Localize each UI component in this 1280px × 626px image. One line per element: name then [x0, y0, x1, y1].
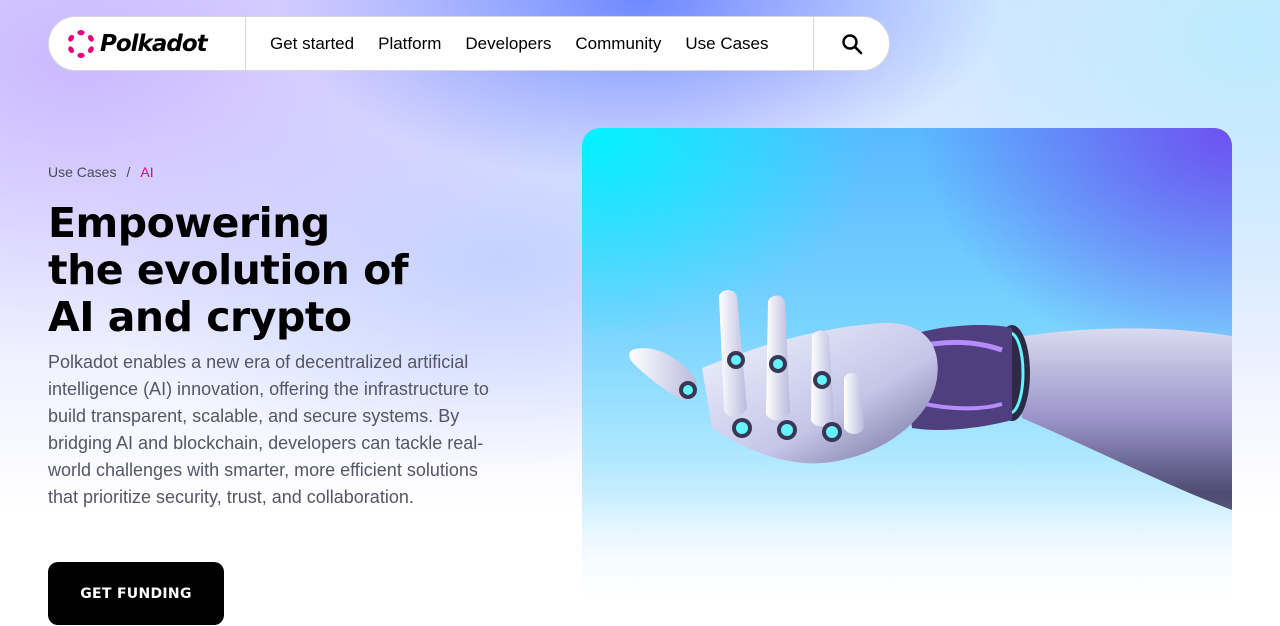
nav-item-platform[interactable]: Platform	[378, 34, 441, 54]
nav-item-community[interactable]: Community	[575, 34, 661, 54]
nav-item-developers[interactable]: Developers	[465, 34, 551, 54]
polkadot-logo-icon	[68, 29, 94, 58]
logo-wordmark: Polkadot	[100, 30, 208, 57]
get-funding-button[interactable]: GET FUNDING	[48, 562, 224, 625]
hero-image-robotic-hand	[582, 128, 1232, 613]
nav-item-get-started[interactable]: Get started	[270, 34, 354, 54]
page-title: Empowering the evolution of AI and crypt…	[48, 200, 518, 341]
main-menu: Get started Platform Developers Communit…	[246, 17, 814, 70]
top-navigation: Polkadot Get started Platform Developers…	[48, 16, 890, 71]
page-title-line-2: the evolution of	[48, 246, 409, 294]
robotic-hand-illustration	[629, 290, 1232, 510]
search-icon	[841, 33, 862, 54]
breadcrumb: Use Cases / AI	[48, 164, 154, 180]
page-title-line-1: Empowering	[48, 199, 330, 247]
page-title-line-3: AI and crypto	[48, 293, 352, 341]
search-button[interactable]	[814, 17, 889, 70]
breadcrumb-separator: /	[126, 164, 131, 180]
breadcrumb-link-use-cases[interactable]: Use Cases	[48, 164, 116, 180]
breadcrumb-current-ai: AI	[140, 164, 154, 180]
polkadot-logo[interactable]: Polkadot	[49, 17, 246, 70]
hero-description: Polkadot enables a new era of decentrali…	[48, 352, 489, 507]
nav-item-use-cases[interactable]: Use Cases	[685, 34, 768, 54]
